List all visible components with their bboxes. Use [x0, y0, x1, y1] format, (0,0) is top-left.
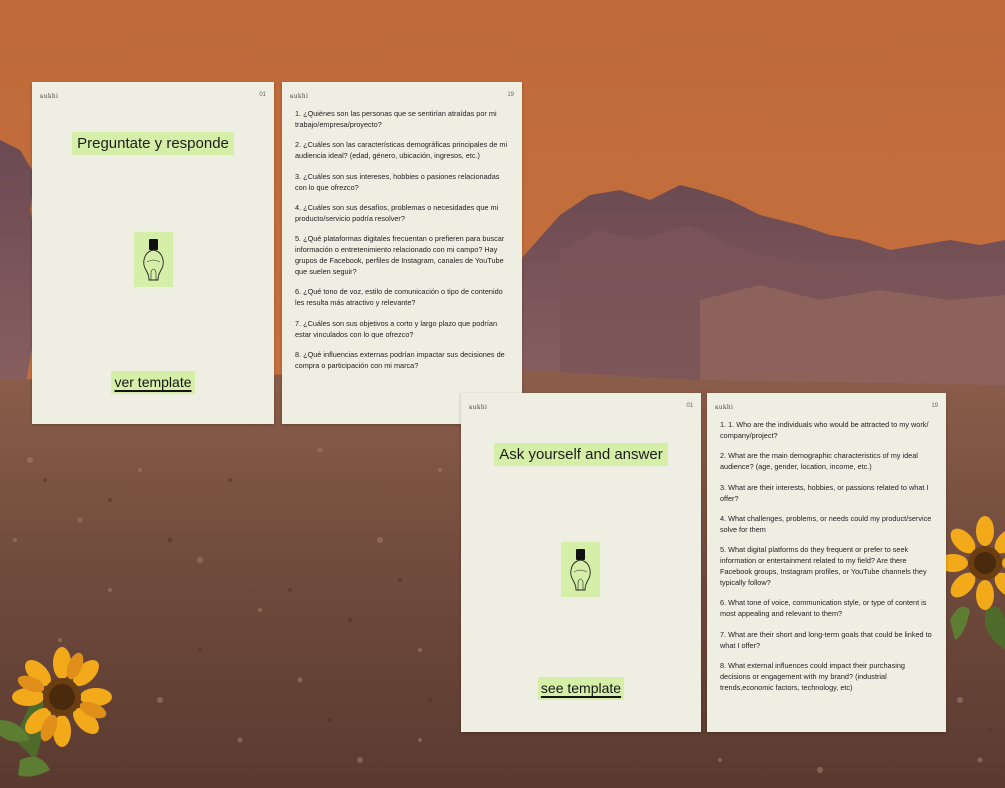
list-item: 1. 1. Who are the individuals who would …: [720, 420, 929, 440]
list-item: 8. ¿Qué influencias externas podrían imp…: [295, 350, 505, 371]
page-number: 01: [686, 403, 693, 409]
page-number: 19: [507, 92, 514, 98]
list-item: 7. ¿Cuáles son sus objetivos a corto y l…: [295, 318, 497, 339]
list-item: 5. What digital platforms do they freque…: [720, 545, 927, 588]
question-list: 1. ¿Quiénes son las personas que se sent…: [295, 108, 512, 380]
list-item: 8. What external influences could impact…: [720, 661, 905, 693]
page-number: 01: [259, 92, 266, 98]
lightbulb-icon: [134, 232, 173, 287]
list-item: 3. ¿Cuáles son sus intereses, hobbies o …: [295, 171, 500, 192]
cover-title: Ask yourself and answer: [461, 443, 701, 466]
list-item: 6. ¿Qué tono de voz, estilo de comunicac…: [295, 287, 503, 308]
page-number: 19: [931, 403, 938, 409]
brand-logo: ĸukhi: [40, 92, 59, 100]
list-item: 7. What are their short and long-term go…: [720, 629, 932, 650]
ver-template-link[interactable]: ver template: [32, 371, 274, 394]
cover-card-english: ĸukhi 01 Ask yourself and answer see tem…: [461, 393, 701, 732]
questions-card-spanish: ĸukhi 19 1. ¿Quiénes son las personas qu…: [282, 82, 522, 424]
brand-logo: ĸukhi: [715, 403, 734, 411]
list-item: 2. ¿Cuáles son las características demog…: [295, 140, 508, 161]
list-item: 2. What are the main demographic charact…: [720, 451, 918, 472]
list-item: 6. What tone of voice, communication sty…: [720, 598, 927, 619]
lightbulb-icon: [561, 542, 600, 597]
cover-card-spanish: ĸukhi 01 Preguntate y responde ver templ…: [32, 82, 274, 424]
list-item: 1. ¿Quiénes son las personas que se sent…: [295, 109, 497, 129]
see-template-link[interactable]: see template: [461, 677, 701, 700]
cover-title: Preguntate y responde: [32, 132, 274, 155]
brand-logo: ĸukhi: [290, 92, 309, 100]
questions-card-english: ĸukhi 19 1. 1. Who are the individuals w…: [707, 393, 946, 732]
question-list: 1. 1. Who are the individuals who would …: [720, 419, 936, 702]
list-item: 4. ¿Cuáles son sus desafíos, problemas o…: [295, 202, 499, 223]
list-item: 5. ¿Qué plataformas digitales frecuentan…: [295, 234, 505, 277]
list-item: 3. What are their interests, hobbies, or…: [720, 482, 929, 503]
brand-logo: ĸukhi: [469, 403, 488, 411]
list-item: 4. What challenges, problems, or needs c…: [720, 513, 932, 534]
